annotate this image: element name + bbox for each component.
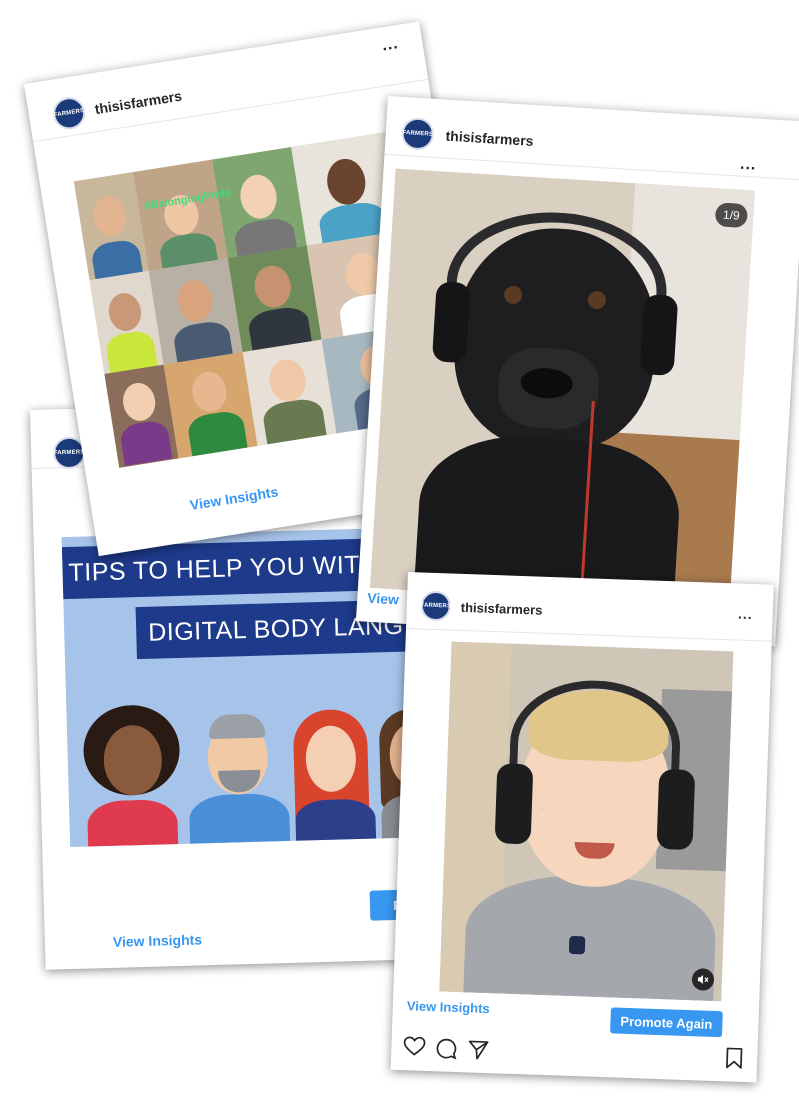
more-options-icon[interactable]: ...: [740, 156, 757, 175]
promote-again-button[interactable]: Promote Again: [610, 1007, 723, 1038]
username[interactable]: thisisfarmers: [94, 88, 183, 118]
view-insights-link[interactable]: View Insights: [113, 931, 203, 949]
post-header: FARMERS thisisfarmers ...: [24, 21, 429, 143]
post-image[interactable]: [369, 168, 755, 610]
post-header: FARMERS thisisfarmers ...: [384, 96, 799, 181]
username[interactable]: thisisfarmers: [445, 128, 534, 149]
avatar[interactable]: FARMERS: [50, 94, 88, 132]
comment-icon[interactable]: [435, 1037, 458, 1065]
view-insights-link[interactable]: View Insights: [189, 483, 280, 513]
more-options-icon[interactable]: ...: [381, 35, 400, 55]
view-insights-link[interactable]: View: [367, 590, 400, 608]
view-insights-link[interactable]: View Insights: [407, 998, 490, 1016]
heart-icon[interactable]: [403, 1036, 426, 1062]
more-options-icon[interactable]: ...: [738, 606, 753, 623]
username[interactable]: thisisfarmers: [461, 600, 543, 618]
bookmark-icon[interactable]: [725, 1047, 744, 1075]
share-icon[interactable]: [467, 1038, 490, 1066]
avatar[interactable]: FARMERS: [400, 116, 435, 151]
post-video[interactable]: [439, 641, 734, 1002]
carousel-counter: 1/9: [714, 202, 749, 229]
post-card-baby: FARMERS thisisfarmers ... View Insights …: [390, 572, 774, 1083]
post-header: FARMERS thisisfarmers ...: [406, 572, 774, 642]
post-card-dog: FARMERS thisisfarmers ... 1/9 View: [355, 96, 799, 647]
avatar[interactable]: FARMERS: [420, 590, 452, 622]
